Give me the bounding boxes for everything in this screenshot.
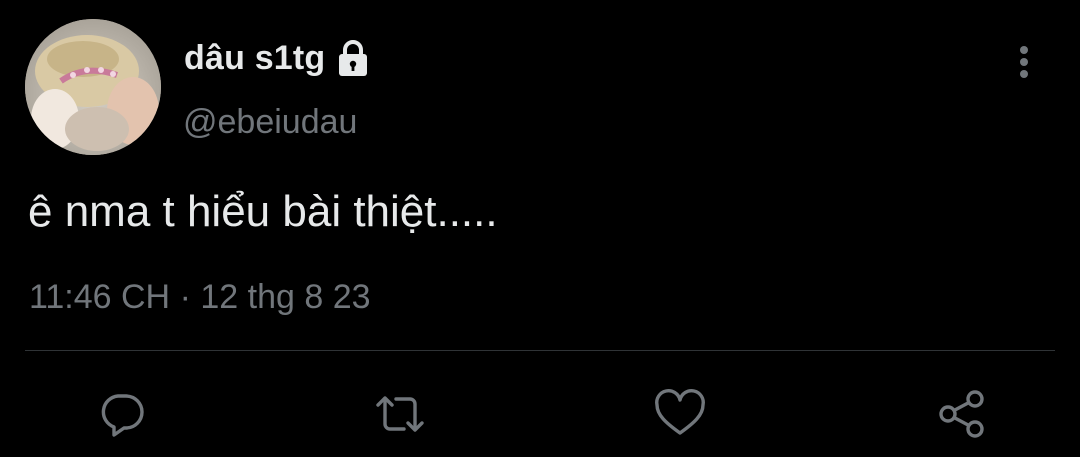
like-button[interactable] xyxy=(650,384,710,444)
share-icon xyxy=(939,390,984,438)
more-options-button[interactable] xyxy=(1004,41,1044,85)
like-icon xyxy=(655,389,705,435)
reply-button[interactable] xyxy=(92,384,152,444)
retweet-icon xyxy=(376,396,424,432)
user-handle[interactable]: @ebeiudau xyxy=(183,100,357,144)
divider xyxy=(25,350,1055,351)
lock-icon xyxy=(335,38,371,78)
more-vertical-icon xyxy=(1020,46,1028,78)
reply-icon xyxy=(101,394,144,437)
avatar-photo xyxy=(25,19,161,155)
avatar[interactable] xyxy=(25,19,161,155)
tweet-date[interactable]: 12 thg 8 23 xyxy=(200,278,370,316)
display-name[interactable]: dâu s1tg xyxy=(184,36,325,80)
share-button[interactable] xyxy=(932,384,992,444)
tweet-detail: dâu s1tg @ebeiudau ê nma t hiểu bài thiệ… xyxy=(0,0,1080,457)
meta-separator: · xyxy=(179,278,191,316)
retweet-button[interactable] xyxy=(370,384,430,444)
user-name-row[interactable]: dâu s1tg xyxy=(184,36,371,80)
tweet-text: ê nma t hiểu bài thiệt..... xyxy=(28,187,498,236)
tweet-timestamp[interactable]: 11:46 CH · 12 thg 8 23 xyxy=(29,274,371,320)
tweet-time[interactable]: 11:46 CH xyxy=(29,278,170,316)
